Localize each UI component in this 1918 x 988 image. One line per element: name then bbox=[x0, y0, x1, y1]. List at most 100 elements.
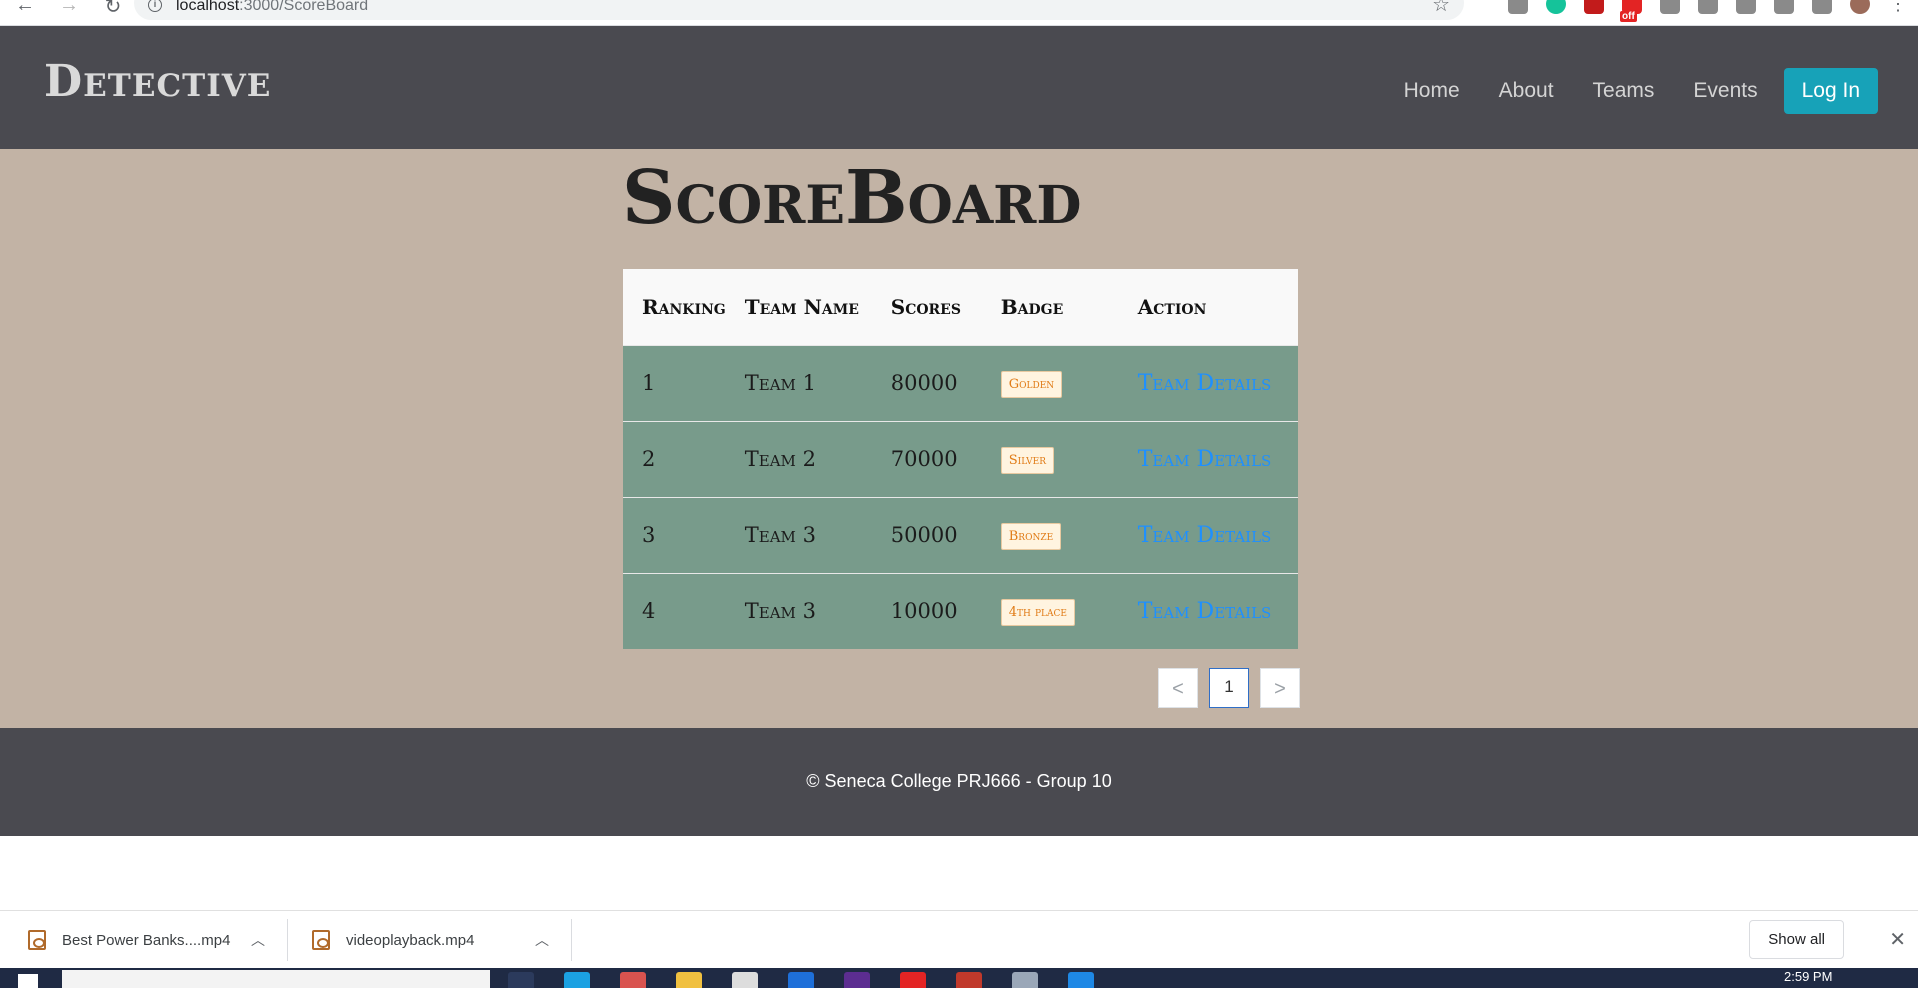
header-ranking: Ranking bbox=[642, 294, 726, 319]
team-details-link[interactable]: Team Details bbox=[1138, 599, 1272, 624]
taskbar-search-input[interactable] bbox=[62, 970, 490, 988]
off-extension-icon[interactable] bbox=[1620, 0, 1642, 22]
nav-home[interactable]: Home bbox=[1404, 79, 1460, 103]
url-path: :3000/ScoreBoard bbox=[239, 0, 369, 14]
download-item[interactable]: Best Power Banks....mp4 bbox=[28, 911, 230, 969]
reload-icon[interactable]: ↻ bbox=[102, 0, 124, 19]
pagination: < 1 > bbox=[1158, 668, 1300, 708]
page-title: ScoreBoard bbox=[622, 155, 1082, 241]
login-button[interactable]: Log In bbox=[1783, 68, 1878, 114]
address-bar[interactable]: i localhost:3000/ScoreBoard ☆ bbox=[134, 0, 1464, 20]
app-icon[interactable] bbox=[788, 972, 814, 988]
cell-ranking: 1 bbox=[642, 371, 656, 395]
file-explorer-icon[interactable] bbox=[676, 972, 702, 988]
cell-ranking: 4 bbox=[642, 599, 656, 624]
extension-icons: ⋮ bbox=[1508, 0, 1908, 22]
next-page-button[interactable]: > bbox=[1260, 668, 1300, 708]
page-1-button[interactable]: 1 bbox=[1209, 668, 1249, 708]
cell-action: Team Details bbox=[1119, 421, 1298, 497]
table-row: 3 Team 3 50000 Bronze Team Details bbox=[623, 497, 1298, 573]
cell-action: Team Details bbox=[1119, 497, 1298, 573]
vscode-icon[interactable] bbox=[1068, 972, 1094, 988]
app-red-icon[interactable] bbox=[900, 972, 926, 988]
scoreboard-table: Ranking Team Name Scores Badge Action 1 … bbox=[623, 269, 1298, 649]
badge-golden: Golden bbox=[1000, 370, 1063, 398]
forward-icon[interactable]: → bbox=[58, 0, 80, 19]
cloud-icon[interactable] bbox=[1736, 0, 1756, 14]
browser-toolbar: ← → ↻ i localhost:3000/ScoreBoard ☆ ⋮ bbox=[0, 0, 1918, 26]
download-filename: videoplayback.mp4 bbox=[346, 931, 475, 949]
cell-score: 10000 bbox=[890, 599, 958, 624]
menu-dots-icon[interactable]: ⋮ bbox=[1888, 0, 1908, 14]
chevron-up-icon[interactable]: ︿ bbox=[251, 930, 265, 950]
prev-page-button[interactable]: < bbox=[1158, 668, 1198, 708]
task-view-icon[interactable] bbox=[508, 972, 534, 988]
nav-teams[interactable]: Teams bbox=[1593, 79, 1655, 103]
back-icon[interactable]: ← bbox=[14, 0, 36, 19]
download-bar: Best Power Banks....mp4 ︿ videoplayback.… bbox=[0, 910, 1918, 968]
app-grey-icon[interactable] bbox=[1012, 972, 1038, 988]
badge-4th-place: 4th place bbox=[1000, 598, 1075, 626]
edge-icon[interactable] bbox=[564, 972, 590, 988]
profile-avatar[interactable] bbox=[1850, 0, 1870, 14]
cell-score: 70000 bbox=[890, 447, 958, 471]
download-item[interactable]: videoplayback.mp4 bbox=[312, 911, 474, 969]
site-header: Detective Home About Teams Events Log In bbox=[0, 26, 1918, 149]
cell-badge: Bronze bbox=[982, 497, 1119, 573]
archive-icon[interactable] bbox=[956, 972, 982, 988]
taskbar-clock[interactable]: 2:59 PM bbox=[1784, 969, 1832, 984]
cell-badge: 4th place bbox=[982, 573, 1119, 649]
chevron-up-icon[interactable]: ︿ bbox=[535, 930, 549, 950]
download-divider bbox=[571, 919, 572, 961]
site-logo[interactable]: Detective bbox=[44, 56, 271, 107]
table-header-row: Ranking Team Name Scores Badge Action bbox=[623, 269, 1298, 345]
taskbar-apps bbox=[508, 972, 1094, 988]
media-icon[interactable] bbox=[1812, 0, 1832, 14]
header-team-name: Team Name bbox=[744, 294, 859, 319]
windows-taskbar: 2:59 PM bbox=[0, 968, 1918, 988]
browser-nav: ← → ↻ bbox=[14, 0, 124, 19]
cell-score: 80000 bbox=[890, 371, 958, 395]
footer-copyright: © Seneca College PRJ666 - Group 10 bbox=[806, 771, 1112, 791]
chrome-icon[interactable] bbox=[620, 972, 646, 988]
puzzle-icon[interactable] bbox=[1774, 0, 1794, 14]
table-row: 1 Team 1 80000 Golden Team Details bbox=[623, 345, 1298, 421]
document-icon[interactable] bbox=[1660, 0, 1680, 14]
cell-badge: Silver bbox=[982, 421, 1119, 497]
table-row: 2 Team 2 70000 Silver Team Details bbox=[623, 421, 1298, 497]
cell-badge: Golden bbox=[982, 345, 1119, 421]
cell-ranking: 2 bbox=[642, 447, 656, 471]
cell-team-name: Team 1 bbox=[744, 371, 816, 395]
team-details-link[interactable]: Team Details bbox=[1138, 371, 1272, 396]
pdf-icon[interactable] bbox=[1584, 0, 1604, 14]
video-file-icon bbox=[28, 930, 46, 950]
close-icon[interactable]: ✕ bbox=[1889, 927, 1906, 952]
url-text[interactable]: localhost:3000/ScoreBoard bbox=[176, 0, 368, 15]
store-icon[interactable] bbox=[732, 972, 758, 988]
info-icon[interactable]: i bbox=[148, 0, 162, 12]
header-badge: Badge bbox=[1000, 294, 1064, 319]
download-divider bbox=[287, 919, 288, 961]
extension-icon[interactable] bbox=[1508, 0, 1528, 14]
team-details-link[interactable]: Team Details bbox=[1138, 447, 1272, 472]
main-nav: Home About Teams Events Log In bbox=[1365, 68, 1878, 114]
nav-about[interactable]: About bbox=[1499, 79, 1554, 103]
bookmark-star-icon[interactable]: ☆ bbox=[1432, 0, 1450, 17]
cell-action: Team Details bbox=[1119, 573, 1298, 649]
team-details-link[interactable]: Team Details bbox=[1138, 523, 1272, 548]
download-filename: Best Power Banks....mp4 bbox=[62, 931, 231, 949]
nav-events[interactable]: Events bbox=[1693, 79, 1757, 103]
cell-team-name: Team 2 bbox=[744, 447, 816, 471]
windows-start-icon[interactable] bbox=[18, 974, 38, 988]
main-content: ScoreBoard Ranking Team Name Scores Badg… bbox=[0, 149, 1918, 728]
video-file-icon bbox=[312, 930, 330, 950]
site-footer: © Seneca College PRJ666 - Group 10 bbox=[0, 728, 1918, 836]
show-all-button[interactable]: Show all bbox=[1749, 920, 1844, 959]
badge-silver: Silver bbox=[1000, 446, 1054, 474]
table-row: 4 Team 3 10000 4th place Team Details bbox=[623, 573, 1298, 649]
premiere-icon[interactable] bbox=[844, 972, 870, 988]
grammarly-icon[interactable] bbox=[1546, 0, 1566, 14]
circle-icon[interactable] bbox=[1698, 0, 1718, 14]
header-scores: Scores bbox=[890, 294, 961, 319]
cell-ranking: 3 bbox=[642, 523, 656, 547]
